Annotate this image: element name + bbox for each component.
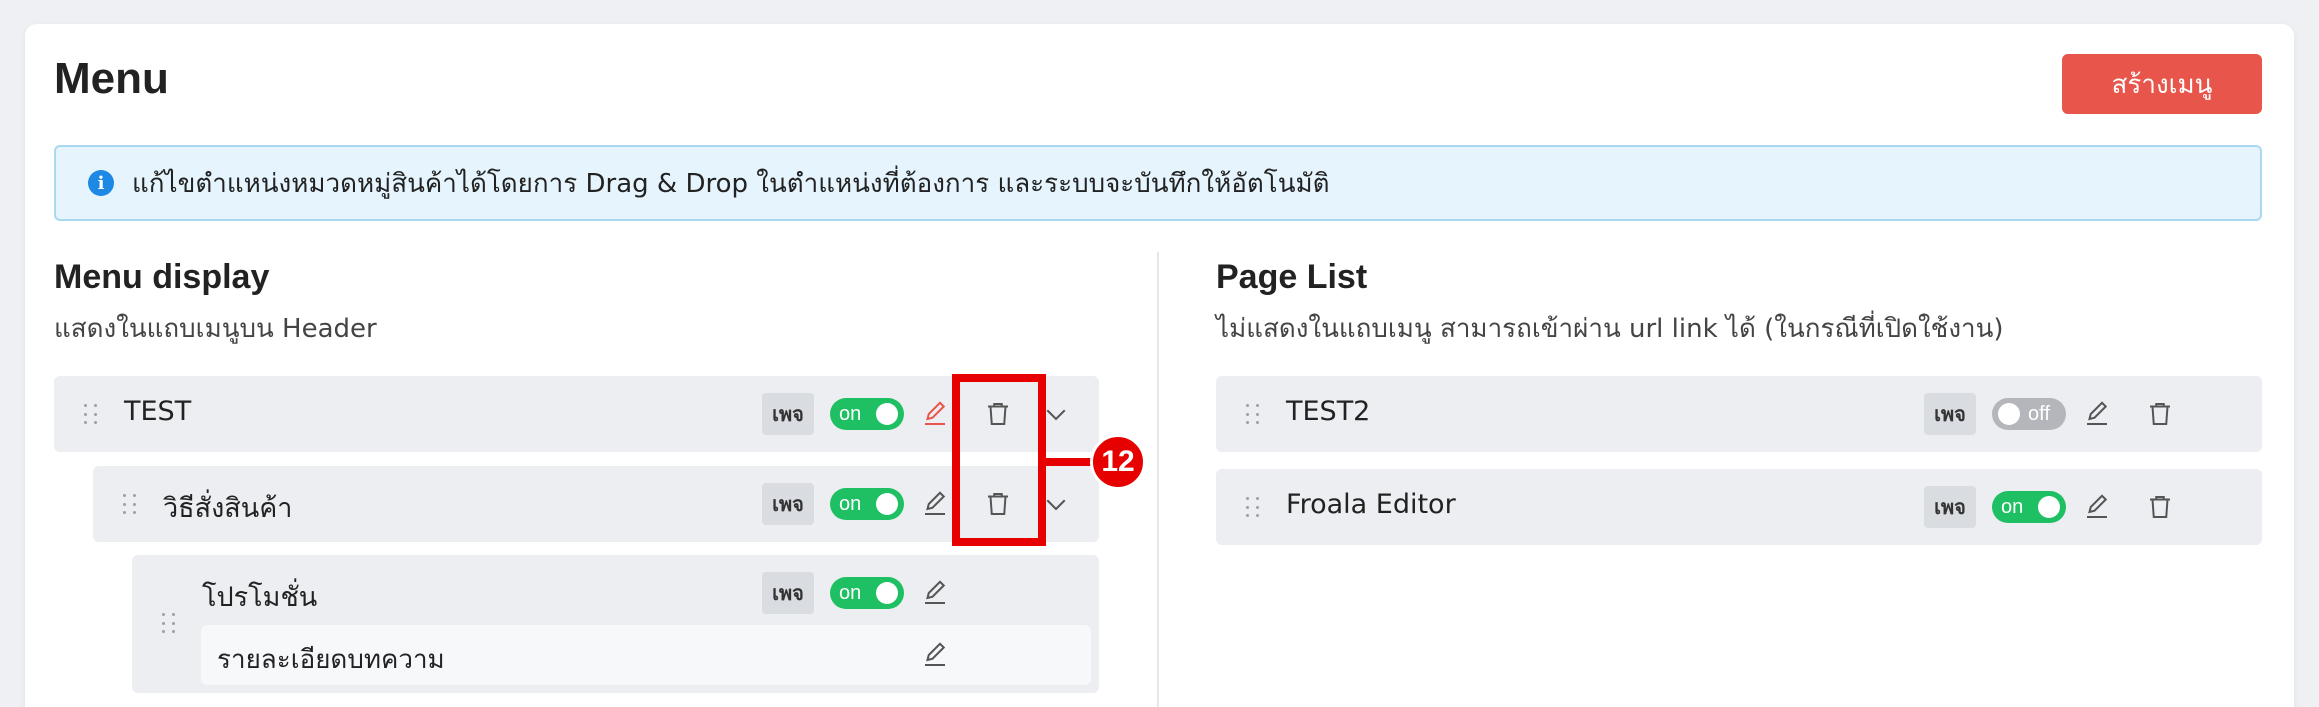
page-item-label: Froala Editor (1286, 489, 1456, 520)
page-list-title: Page List (1216, 258, 1368, 296)
info-icon: i (88, 170, 114, 196)
edit-icon[interactable] (2080, 397, 2114, 431)
drag-handle-icon[interactable] (84, 404, 100, 426)
menu-display-subtitle: แสดงในแถบเมนูบน Header (54, 314, 377, 344)
drag-handle-icon[interactable] (1246, 497, 1262, 519)
page-item-label: TEST2 (1286, 396, 1371, 427)
drag-handle-icon[interactable] (162, 613, 178, 635)
toggle-label: on (2001, 495, 2024, 518)
status-toggle[interactable]: on (830, 398, 904, 430)
menu-item-promotion[interactable]: โปรโมชั่น เพจ on รายละเอียดบทความ (132, 555, 1099, 693)
drag-handle-icon[interactable] (1246, 404, 1262, 426)
menu-item-test[interactable]: TEST เพจ on (54, 376, 1099, 452)
page-type-badge: เพจ (1924, 486, 1976, 528)
menu-item-label: โปรโมชั่น (202, 582, 318, 613)
menu-item-label: TEST (124, 396, 192, 427)
page-item-test2[interactable]: TEST2 เพจ off (1216, 376, 2262, 452)
menu-display-title: Menu display (54, 258, 270, 296)
status-toggle[interactable]: on (1992, 491, 2066, 523)
annotation-number-badge: 12 (1090, 434, 1146, 490)
trash-icon[interactable] (2143, 490, 2177, 524)
page-title: Menu (54, 54, 169, 103)
sub-item-label: รายละเอียดบทความ (217, 645, 445, 675)
info-alert: i แก้ไขตำแหน่งหมวดหมู่สินค้าได้โดยการ Dr… (54, 145, 2262, 221)
toggle-label: off (2028, 402, 2050, 425)
edit-icon[interactable] (2080, 490, 2114, 524)
info-text: แก้ไขตำแหน่งหมวดหมู่สินค้าได้โดยการ Drag… (132, 168, 1330, 199)
section-divider (1157, 252, 1159, 707)
toggle-label: on (839, 492, 862, 515)
edit-icon[interactable] (918, 576, 952, 610)
toggle-label: on (839, 581, 862, 604)
create-menu-button[interactable]: สร้างเมนู (2062, 54, 2262, 114)
trash-icon[interactable] (2143, 397, 2177, 431)
edit-icon[interactable] (918, 638, 952, 672)
status-toggle[interactable]: on (830, 488, 904, 520)
page-type-badge: เพจ (1924, 393, 1976, 435)
edit-icon[interactable] (918, 397, 952, 431)
sub-item-article-details[interactable]: รายละเอียดบทความ (201, 625, 1091, 685)
page-type-badge: เพจ (762, 393, 814, 435)
toggle-label: on (839, 402, 862, 425)
menu-item-how-to-order[interactable]: วิธีสั่งสินค้า เพจ on (93, 466, 1099, 542)
page-type-badge: เพจ (762, 483, 814, 525)
page-list-subtitle: ไม่แสดงในแถบเมนู สามารถเข้าผ่าน url link… (1216, 314, 2004, 344)
status-toggle[interactable]: off (1992, 398, 2066, 430)
drag-handle-icon[interactable] (123, 494, 139, 516)
annotation-highlight-box (952, 374, 1046, 546)
status-toggle[interactable]: on (830, 577, 904, 609)
menu-item-label: วิธีสั่งสินค้า (163, 493, 293, 524)
edit-icon[interactable] (918, 487, 952, 521)
page-item-froala-editor[interactable]: Froala Editor เพจ on (1216, 469, 2262, 545)
page-type-badge: เพจ (762, 572, 814, 614)
